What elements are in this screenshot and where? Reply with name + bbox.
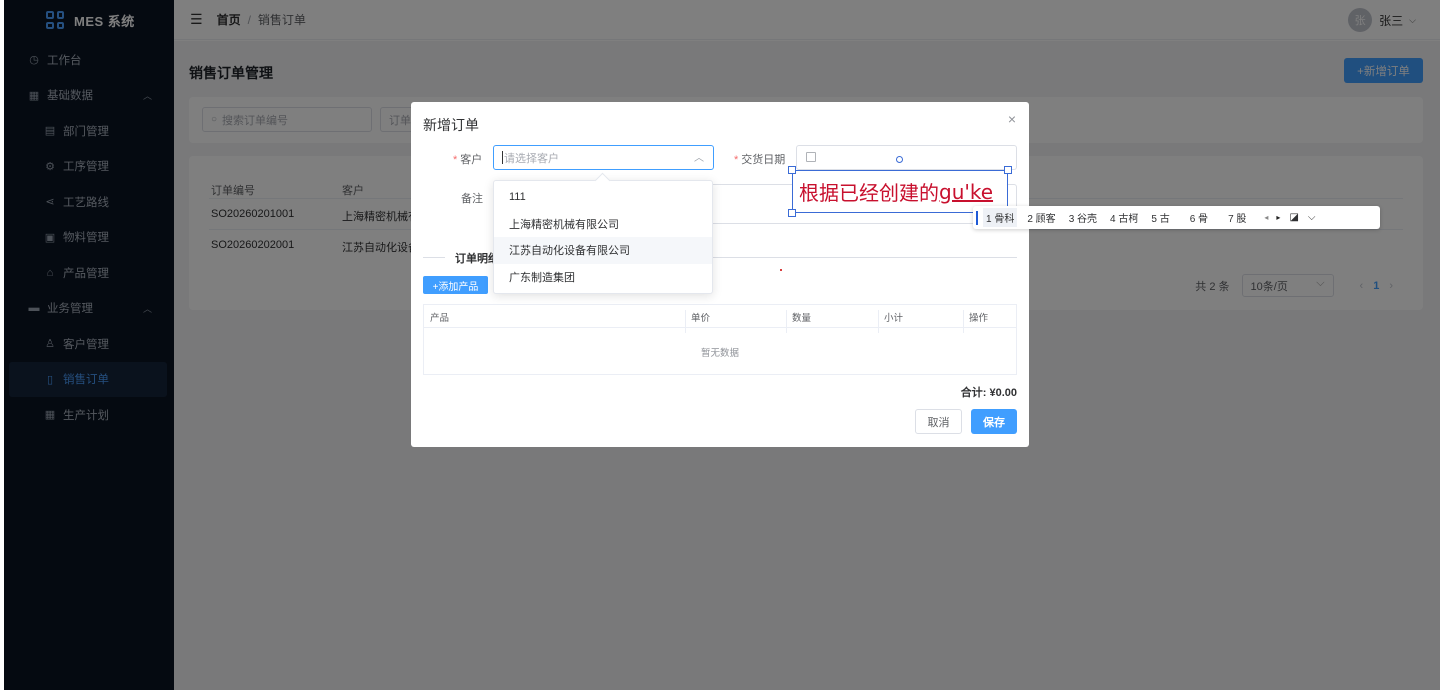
delivery-date-label: * 交货日期	[734, 151, 785, 167]
customer-option[interactable]: 111	[494, 184, 712, 211]
column-divider	[878, 310, 879, 333]
order-items-table: 产品 单价 数量 小计 操作 暂无数据	[423, 304, 1017, 375]
column-divider	[786, 310, 787, 333]
ime-candidate[interactable]: 7 股	[1228, 210, 1246, 225]
stray-dot	[780, 269, 782, 271]
ime-prev-icon[interactable]: ◂	[1264, 213, 1268, 222]
close-icon[interactable]: ×	[1008, 111, 1016, 127]
required-mark: *	[734, 154, 739, 166]
ime-anchor-icon	[896, 156, 903, 163]
column-header: 产品	[430, 313, 450, 324]
ime-candidate[interactable]: 1 骨科	[983, 208, 1018, 227]
required-mark: *	[453, 154, 458, 166]
ime-candidate[interactable]: 6 骨	[1190, 210, 1208, 225]
text-caret	[502, 151, 503, 164]
ime-composed-text: 根据已经创建的	[799, 181, 939, 205]
ime-candidate[interactable]: 5 古	[1151, 210, 1169, 225]
ime-emoji-icon[interactable]: ◪	[1289, 212, 1298, 223]
column-header: 小计	[884, 313, 904, 324]
remark-label: 备注	[461, 193, 483, 205]
add-product-button[interactable]: +添加产品	[423, 276, 488, 294]
column-divider	[685, 310, 686, 333]
customer-label-text: 客户	[460, 154, 483, 166]
ime-candidate[interactable]: 3 谷壳	[1069, 210, 1097, 225]
delivery-date-label-text: 交货日期	[741, 154, 786, 166]
table-header: 产品 单价 数量 小计 操作	[424, 305, 1016, 333]
ime-candidate[interactable]: 4 古柯	[1110, 210, 1138, 225]
order-total: 合计: ¥0.00	[960, 387, 1017, 399]
ime-pinyin: gu'ke	[939, 179, 994, 204]
ime-candidate-bar: 1 骨科 2 顾客 3 谷壳 4 古柯 5 古 6 骨 7 股 ◂ ▸ ◪ ⌵	[973, 206, 1380, 229]
column-header: 数量	[792, 313, 812, 324]
customer-option[interactable]: 广东制造集团	[494, 264, 712, 291]
customer-select[interactable]: 请选择客户 ︿	[493, 145, 714, 170]
dialog-title: 新增订单	[423, 117, 479, 133]
ime-expand-icon[interactable]: ⌵	[1308, 212, 1316, 223]
calendar-icon	[806, 152, 816, 162]
delivery-date-picker[interactable]	[796, 145, 1017, 170]
customer-dropdown: 111 上海精密机械有限公司 江苏自动化设备有限公司 广东制造集团	[493, 180, 713, 294]
customer-option[interactable]: 上海精密机械有限公司	[494, 211, 712, 238]
customer-option[interactable]: 江苏自动化设备有限公司	[494, 237, 712, 264]
resize-handle[interactable]	[1004, 166, 1012, 174]
resize-handle[interactable]	[788, 166, 796, 174]
ime-candidate[interactable]: 2 顾客	[1027, 210, 1055, 225]
column-divider	[963, 310, 964, 333]
resize-handle[interactable]	[788, 209, 796, 217]
cancel-button[interactable]: 取消	[915, 409, 962, 434]
ime-next-icon[interactable]: ▸	[1276, 213, 1280, 222]
customer-placeholder: 请选择客户	[504, 152, 559, 165]
save-button[interactable]: 保存	[971, 409, 1017, 434]
column-header: 单价	[691, 313, 711, 324]
column-header: 操作	[969, 313, 989, 324]
chevron-up-icon: ︿	[694, 153, 704, 164]
empty-state: 暂无数据	[700, 348, 739, 359]
customer-label: * 客户	[453, 151, 482, 167]
ime-cursor	[976, 210, 978, 225]
